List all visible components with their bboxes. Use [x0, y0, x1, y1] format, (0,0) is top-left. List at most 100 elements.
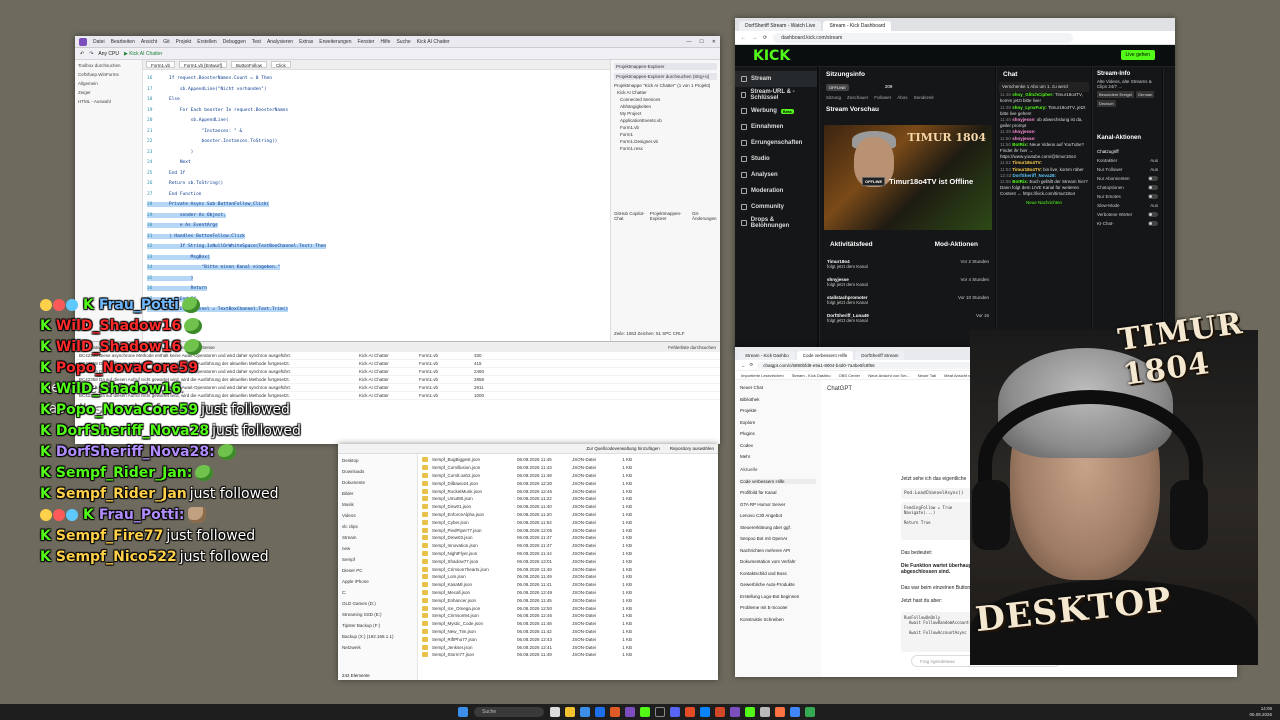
file-row[interactable]: Sempf_Cyber.json 06.08.2026 11:54 JSON-Dat…: [422, 518, 718, 526]
bookmark[interactable]: OBS Center: [839, 373, 861, 378]
code-area[interactable]: 16 If request.BoosterNames.Count = 0 Then…: [143, 70, 610, 320]
vs-menu-extensions[interactable]: Erweiterungen: [319, 39, 351, 45]
chat-username[interactable]: Timur18o4TV:: [1012, 160, 1042, 165]
chat-username[interactable]: DorfSheriff_Nova28:: [1013, 173, 1057, 178]
chat-setting-row[interactable]: Slow-Mode Aus: [1097, 201, 1158, 210]
sidebar-item[interactable]: Stream: [735, 71, 817, 87]
sidebar-item[interactable]: Explore: [740, 420, 816, 425]
vs-menu-build[interactable]: Erstellen: [197, 39, 216, 45]
file-row[interactable]: Sempf_Dilbawo24.json 06.08.2026 12:30 JSON…: [422, 479, 718, 487]
file-row[interactable]: Sempf_Crimson7hearts.json 06.08.2026 11:4…: [422, 565, 718, 573]
add-source-control-button[interactable]: Zur Quellcodeverwaltung hinzufügen: [586, 446, 659, 451]
close-icon[interactable]: ✕: [712, 39, 716, 45]
file-row[interactable]: Sempf_KasaMl.json 06.08.2026 11:41 JSON-Da…: [422, 581, 718, 589]
taskbar-search[interactable]: Suche: [474, 707, 544, 717]
solution-tree-item[interactable]: My Project: [614, 111, 717, 116]
nav-item[interactable]: C:: [342, 590, 413, 595]
toggle-switch[interactable]: [1148, 212, 1158, 217]
chat-setting-row[interactable]: KI-Chat-: [1097, 219, 1158, 228]
sidebar-item[interactable]: Studio: [735, 151, 817, 167]
undo-icon[interactable]: ↶: [80, 51, 84, 57]
recent-chat-item[interactable]: Senpoo Bot mit OpenAI: [740, 536, 816, 541]
chat-username[interactable]: shnyjesse:: [1012, 129, 1035, 134]
recent-chat-item[interactable]: Konstruktiv Schreiben: [740, 617, 816, 622]
sidebar-item[interactable]: Bibliothek: [740, 397, 816, 402]
error-search-input[interactable]: Fehlerliste durchsuchen: [668, 345, 716, 350]
file-row[interactable]: Sempf_Crimson94.json 06.08.2026 12:46 JSON…: [422, 612, 718, 620]
member-dropdown[interactable]: ButtonFollow: [231, 61, 268, 68]
store-icon[interactable]: [595, 707, 605, 717]
app-icon[interactable]: [715, 707, 725, 717]
back-icon[interactable]: ←: [741, 363, 746, 368]
file-row[interactable]: Sempf_BugBiggest.json 06.08.2026 11:45 JSO…: [422, 456, 718, 464]
file-row[interactable]: Sempf_Umut80.json 06.08.2026 11:22 JSON-Da…: [422, 495, 718, 503]
nav-item[interactable]: Dokumente: [342, 480, 413, 485]
solution-tree-item[interactable]: Abhängigkeiten: [614, 104, 717, 109]
toolbox-item[interactable]: Zeiger: [78, 90, 139, 95]
vs-menu-edit[interactable]: Bearbeiten: [111, 39, 135, 45]
file-row[interactable]: Sempf_RocketMunk.json 06.08.2026 12:46 JSO…: [422, 487, 718, 495]
nav-item[interactable]: Musik: [342, 502, 413, 507]
reload-icon[interactable]: ⟳: [750, 362, 754, 368]
forward-icon[interactable]: →: [752, 35, 757, 41]
task-view-icon[interactable]: [550, 707, 560, 717]
app-icon[interactable]: [670, 707, 680, 717]
sidebar-item[interactable]: Codex: [740, 443, 816, 448]
sidebar-item[interactable]: Errungenschaften: [735, 135, 817, 151]
bookmark[interactable]: Stream - Kick Dashbo: [792, 373, 831, 378]
sidebar-item[interactable]: Projekte: [740, 408, 816, 413]
recent-chat-item[interactable]: Steuererklärung aber ggf.: [740, 525, 816, 530]
event-dropdown[interactable]: Click: [271, 61, 291, 68]
nav-item[interactable]: Downloads: [342, 469, 413, 474]
sidebar-item[interactable]: Community: [735, 199, 817, 215]
app-icon[interactable]: [745, 707, 755, 717]
vs-search[interactable]: Suche: [396, 39, 410, 45]
file-row[interactable]: Sempf_NightFlyer.json 06.08.2026 11:44 JSO…: [422, 550, 718, 558]
nav-item[interactable]: Sempf: [342, 557, 413, 562]
recent-chat-item[interactable]: GTA RP Humor Server: [740, 502, 816, 507]
recent-chat-item[interactable]: Lenovo C30 Angebot: [740, 513, 816, 518]
bookmark[interactable]: Neuer Tab: [918, 373, 936, 378]
chat-username[interactable]: shny_GlitchCipher:: [1012, 92, 1054, 97]
tab-git-changes[interactable]: Git-Änderungen: [692, 211, 717, 221]
chat-setting-row[interactable]: Nur Emotes: [1097, 192, 1158, 201]
maximize-icon[interactable]: ☐: [699, 39, 703, 45]
tab-form1-designer[interactable]: Form1.vb [Entwurf]: [179, 61, 228, 68]
sidebar-item[interactable]: Werbung Beta: [735, 103, 817, 119]
feed-item[interactable]: DorfSheriff_Luna49 folgt jetzt dem Kanal V…: [824, 311, 992, 329]
file-row[interactable]: Sempf_Shadow77.json 06.08.2026 12:01 JSON-…: [422, 557, 718, 565]
app-icon[interactable]: [625, 707, 635, 717]
tab-copilot[interactable]: GitHub Copilot-Chat: [614, 211, 646, 221]
chat-username[interactable]: BotRix:: [1012, 142, 1028, 147]
recent-chat-item[interactable]: Erstellung Logo-Bot beginnen: [740, 594, 816, 599]
file-row[interactable]: Sempf_RiftPho77.json 06.08.2026 12:43 JSON…: [422, 635, 718, 643]
recent-chat-item[interactable]: Dokumentation vom Verfahr: [740, 559, 816, 564]
url-input[interactable]: dashboard.kick.com/stream: [773, 32, 1074, 43]
toggle-switch[interactable]: [1148, 176, 1158, 181]
chat-setting-row[interactable]: Nur Abonnenten: [1097, 174, 1158, 183]
chat-username[interactable]: BotRix:: [1012, 179, 1028, 184]
file-row[interactable]: Sempf_Jenkser.json 06.08.2026 12:41 JSON-D…: [422, 643, 718, 651]
url-input[interactable]: chatgpt.com/c/6890bfd8-e9a1-8004-b4d0-7a…: [757, 361, 978, 369]
nav-item[interactable]: Stream: [342, 535, 413, 540]
go-live-button[interactable]: Live gehen: [1120, 50, 1155, 60]
solution-tree-item[interactable]: Kick AI Chatter: [614, 90, 717, 95]
browser-tab[interactable]: DorfSheriff Stream: [855, 351, 905, 360]
file-row[interactable]: Sempf_New_Tim.json 06.08.2026 11:42 JSON-D…: [422, 628, 718, 636]
vs-menu-test[interactable]: Test: [252, 39, 261, 45]
reload-icon[interactable]: ⟳: [763, 35, 767, 41]
platform-select[interactable]: Any CPU: [98, 51, 119, 57]
back-icon[interactable]: ←: [741, 35, 746, 41]
nav-item[interactable]: OLD Games (D:): [342, 601, 413, 606]
app-icon[interactable]: [685, 707, 695, 717]
vs-menu-help[interactable]: Hilfe: [380, 39, 390, 45]
bookmark[interactable]: Importierte Lesezeichen: [741, 373, 784, 378]
tab-solution-explorer[interactable]: Projektmappen-Explorer: [650, 211, 688, 221]
start-debug-button[interactable]: ▶ Kick AI Chatter: [124, 51, 162, 57]
recent-chat-item[interactable]: Nachrichten mehrere API: [740, 548, 816, 553]
redo-icon[interactable]: ↷: [89, 51, 93, 57]
solution-search[interactable]: Projektmappen-Explorer durchsuchen (Strg…: [614, 73, 717, 80]
nav-item[interactable]: Bilder: [342, 491, 413, 496]
recent-chat-item[interactable]: Profilbild für Kanal: [740, 490, 816, 495]
select-repository-button[interactable]: Repository auswählen: [670, 446, 714, 451]
